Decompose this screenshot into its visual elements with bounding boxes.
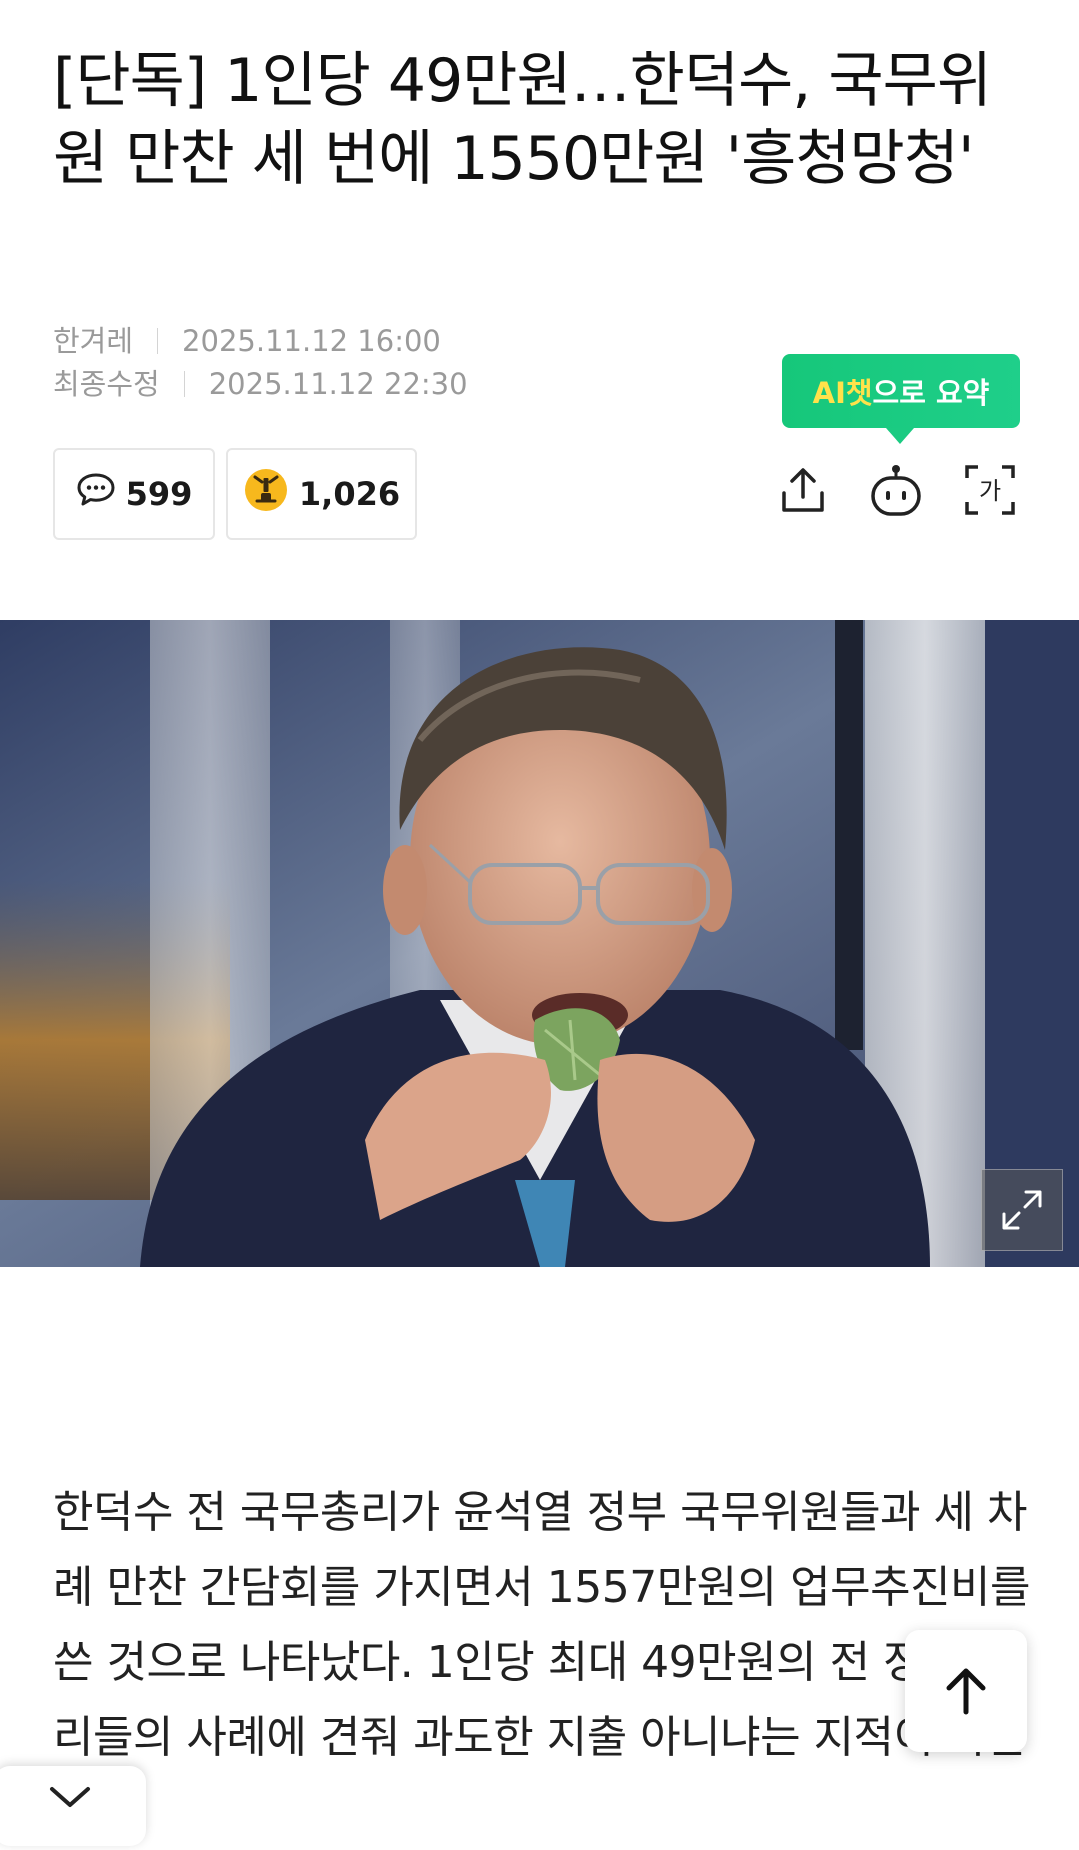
modified-label: 최종수정 [53,367,160,401]
modified-date: 2025.11.12 22:30 [208,367,468,401]
font-size-icon: 가 [965,465,1015,515]
comments-button[interactable]: 599 [53,448,215,540]
divider [157,328,159,354]
reactions-button[interactable]: 1,026 [226,448,417,540]
share-icon [782,468,824,512]
collapse-toolbar-button[interactable] [0,1766,146,1846]
comment-count: 599 [125,475,193,513]
article-meta-published: 한겨레 2025.11.12 16:00 [53,318,441,360]
expand-photo-button[interactable] [981,1169,1063,1251]
font-size-button[interactable]: 가 [962,462,1018,518]
article-meta-modified: 최종수정 2025.11.12 22:30 [53,361,468,403]
source-name[interactable]: 한겨레 [53,324,133,358]
article-headline: [단독] 1인당 49만원…한덕수, 국무위원 만찬 세 번에 1550만원 '… [53,46,992,194]
arrow-up-icon [946,1668,986,1715]
divider [183,371,185,397]
photo-image [0,620,1079,1267]
scroll-top-button[interactable] [905,1630,1027,1752]
svg-text:가: 가 [979,477,1001,505]
ai-summary-highlight: AI챗 [812,376,873,410]
ai-summary-label: 으로 요약 [872,376,990,410]
ai-bot-button[interactable] [868,462,924,518]
speech-bubble-icon [76,472,116,516]
angry-face-icon [243,467,289,521]
ai-summary-tooltip[interactable]: AI챗 으로 요약 [782,354,1020,444]
share-button[interactable] [775,462,831,518]
article-body: 한덕수 전 국무총리가 윤석열 정부 국무위원들과 세 차례 만찬 간담회를 가… [53,1487,1031,1838]
published-date: 2025.11.12 16:00 [182,324,441,358]
chevron-down-icon [50,1787,90,1807]
reaction-count: 1,026 [298,475,401,513]
expand-icon [1002,1190,1042,1230]
article-photo[interactable] [0,620,1079,1267]
ai-bot-icon [871,465,921,516]
